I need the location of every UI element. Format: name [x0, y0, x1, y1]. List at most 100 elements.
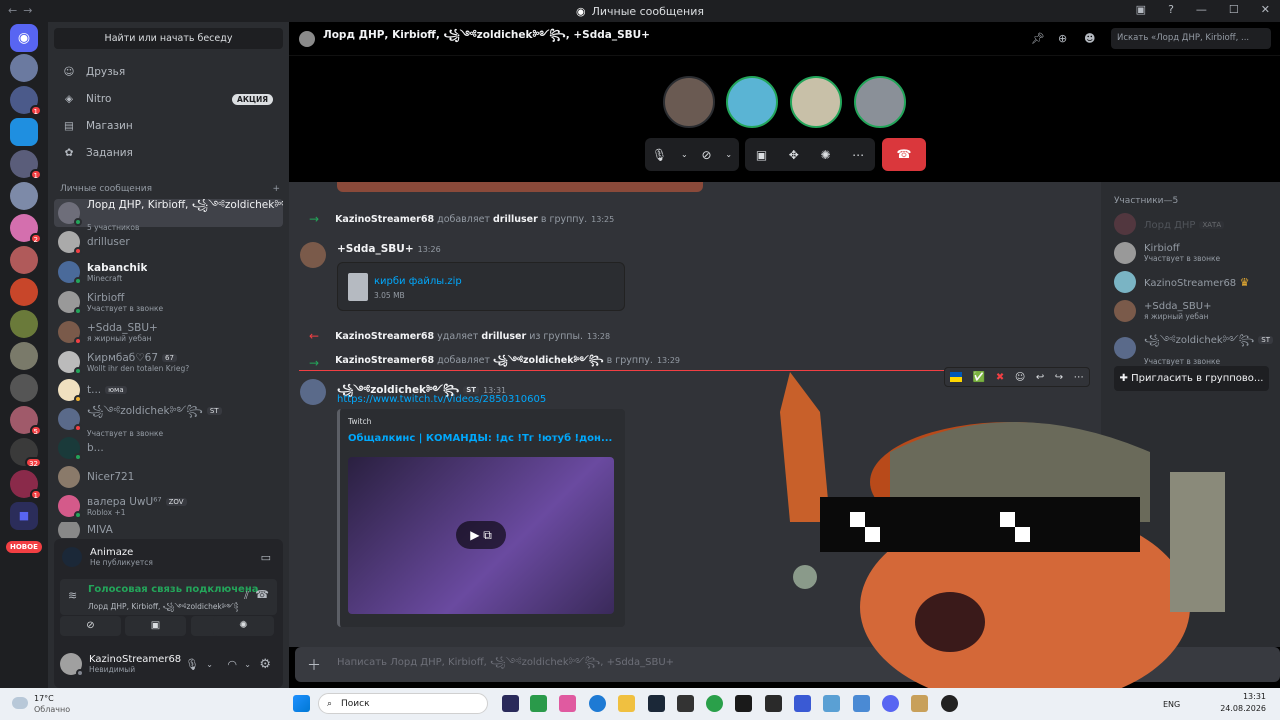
app-icon[interactable]: [823, 695, 840, 712]
discord-icon[interactable]: [882, 695, 899, 712]
maximize-button[interactable]: ☐: [1229, 3, 1239, 16]
member-list-icon[interactable]: ☻: [1084, 32, 1095, 45]
inbox-icon[interactable]: ▣: [1136, 3, 1146, 16]
new-badge[interactable]: НОВОЕ: [6, 541, 42, 553]
app-icon[interactable]: [706, 695, 723, 712]
chat-title[interactable]: Лорд ДНР, Kirbioff, ꧁༺zoldichek༻꧂, +Sdda…: [323, 24, 650, 53]
image-attachment[interactable]: [337, 182, 703, 192]
app-icon[interactable]: [794, 695, 811, 712]
member-item[interactable]: +Sdda_SBU+ я жирный уебан: [1114, 300, 1211, 322]
app-icon[interactable]: [911, 695, 928, 712]
dm-item[interactable]: ꧁༺zoldichek༻꧂ ST Участвует в звонке: [54, 405, 283, 438]
mic-icon[interactable]: 🎙︎: [652, 148, 667, 162]
soundboard-button[interactable]: ✺: [213, 616, 274, 636]
camera-off-icon[interactable]: ⊘: [701, 148, 711, 162]
nav-shop[interactable]: ▤ Магазин: [56, 114, 281, 138]
dm-item[interactable]: Кирмбаб♡67 67 Wollt ihr den totalen Krieg?: [54, 348, 283, 376]
obs-icon[interactable]: [941, 695, 958, 712]
attach-plus-icon[interactable]: ＋: [307, 655, 321, 675]
message-author[interactable]: +Sdda_SBU+ 13:26: [337, 243, 441, 255]
file-explorer-icon[interactable]: [618, 695, 635, 712]
headphones-icon[interactable]: ◠: [227, 658, 237, 671]
message-link[interactable]: https://www.twitch.tv/videos/2850310605: [337, 394, 546, 405]
dm-item[interactable]: b...: [54, 434, 283, 462]
member-item[interactable]: ꧁༺zoldichek༻꧂ ST Участвует в звонке: [1114, 329, 1274, 366]
file-attachment[interactable]: кирби файлы.zip 3.05 MB: [337, 262, 625, 311]
add-reaction-icon[interactable]: ☺: [1015, 372, 1025, 383]
minimize-button[interactable]: —: [1196, 3, 1207, 16]
server-icon[interactable]: [10, 278, 38, 306]
pin-icon[interactable]: 📌︎: [1031, 32, 1045, 45]
server-icon[interactable]: [10, 342, 38, 370]
server-icon[interactable]: [10, 246, 38, 274]
nav-nitro[interactable]: ◈ Nitro АКЦИЯ: [56, 87, 281, 111]
dm-item[interactable]: drilluser: [54, 228, 283, 256]
add-member-icon[interactable]: ⊕: [1058, 32, 1067, 45]
home-button[interactable]: ◉: [10, 24, 38, 52]
embed-title[interactable]: Общалкинс | КОМАНДЫ: !дс !Тг !ютуб !дон.…: [348, 433, 612, 444]
weather-icon[interactable]: [12, 697, 28, 709]
noise-suppression-icon[interactable]: ⫽: [244, 589, 249, 603]
dm-item[interactable]: Лорд ДНР, Kirbioff, ꧁༺zoldichek༻꧂...5 уч…: [54, 199, 283, 232]
nav-friends[interactable]: ☺ Друзья: [56, 60, 281, 84]
nav-arrows[interactable]: ←→: [8, 4, 38, 17]
nav-quests[interactable]: ✿ Задания: [56, 141, 281, 165]
server-icon[interactable]: 5: [10, 406, 42, 436]
more-icon[interactable]: ⋯: [1074, 372, 1084, 383]
signal-icon[interactable]: ≋: [68, 589, 77, 602]
weather-temp[interactable]: 17°C: [34, 694, 54, 703]
end-call-button[interactable]: ☎: [882, 138, 926, 171]
server-icon[interactable]: 1: [10, 470, 42, 500]
taskbar-search[interactable]: ⌕ Поиск: [318, 693, 488, 714]
avatar[interactable]: [60, 653, 84, 677]
file-name[interactable]: кирби файлы.zip: [374, 276, 462, 287]
embed-thumbnail[interactable]: ▶ ⧉: [348, 457, 614, 614]
dm-item[interactable]: +Sdda_SBU+ я жирный уебан: [54, 318, 283, 346]
reply-icon[interactable]: ↩: [1036, 372, 1044, 383]
dm-item[interactable]: Kirbioff Участвует в звонке: [54, 288, 283, 316]
server-icon[interactable]: 1: [10, 150, 42, 180]
check-mark-reaction[interactable]: ✅: [973, 372, 985, 383]
soundboard-icon[interactable]: ✺: [820, 148, 830, 162]
search-input[interactable]: Искать «Лорд ДНР, Kirbioff, ...: [1111, 28, 1271, 49]
avatar[interactable]: [300, 379, 326, 405]
dm-item[interactable]: kabanchik Minecraft: [54, 258, 283, 286]
call-participant-avatar[interactable]: [854, 76, 906, 128]
close-button[interactable]: ✕: [1261, 3, 1270, 16]
chevron-down-icon[interactable]: ⌄: [244, 660, 251, 669]
server-icon[interactable]: 2: [10, 214, 42, 244]
server-icon[interactable]: 1: [10, 86, 42, 116]
steam-icon[interactable]: [648, 695, 665, 712]
invite-to-group-button[interactable]: ✚ Пригласить в группово...: [1114, 366, 1269, 391]
app-icon[interactable]: [502, 695, 519, 712]
clock-date[interactable]: 24.08.2026: [1220, 704, 1266, 713]
create-dm-icon[interactable]: +: [272, 184, 280, 194]
disconnect-icon[interactable]: ☎: [255, 588, 269, 601]
app-icon[interactable]: [559, 695, 576, 712]
chevron-down-icon[interactable]: ⌄: [206, 660, 213, 669]
language-indicator[interactable]: ENG: [1163, 700, 1180, 709]
app-icon[interactable]: [853, 695, 870, 712]
help-icon[interactable]: ?: [1168, 3, 1174, 16]
server-icon[interactable]: [10, 118, 38, 146]
dm-item[interactable]: MIVA: [54, 522, 283, 538]
play-button[interactable]: ▶ ⧉: [456, 521, 506, 549]
clock-time[interactable]: 13:31: [1243, 692, 1266, 701]
more-icon[interactable]: ⋯: [852, 148, 864, 162]
member-item[interactable]: KazinoStreamer68 ♛: [1114, 271, 1250, 293]
folder-icon[interactable]: ■: [10, 502, 38, 530]
activities-icon[interactable]: ✥: [789, 148, 799, 162]
app-icon[interactable]: [677, 695, 694, 712]
chevron-down-icon[interactable]: ⌄: [681, 150, 688, 159]
share-screen-icon[interactable]: ▣: [756, 148, 767, 162]
member-item[interactable]: Лорд ДНР ХАТА: [1114, 213, 1225, 235]
server-icon[interactable]: 32: [10, 438, 42, 468]
dm-item[interactable]: валера UwU⁶⁷ ZOV Roblox +1: [54, 492, 283, 520]
find-conversation-button[interactable]: Найти или начать беседу: [54, 28, 283, 49]
camera-off-button[interactable]: ⊘: [60, 616, 121, 636]
edge-icon[interactable]: [589, 695, 606, 712]
call-participant-avatar[interactable]: [726, 76, 778, 128]
username[interactable]: KazinoStreamer68: [89, 654, 181, 665]
server-icon[interactable]: [10, 182, 38, 210]
dm-item[interactable]: Nicer721: [54, 463, 283, 491]
